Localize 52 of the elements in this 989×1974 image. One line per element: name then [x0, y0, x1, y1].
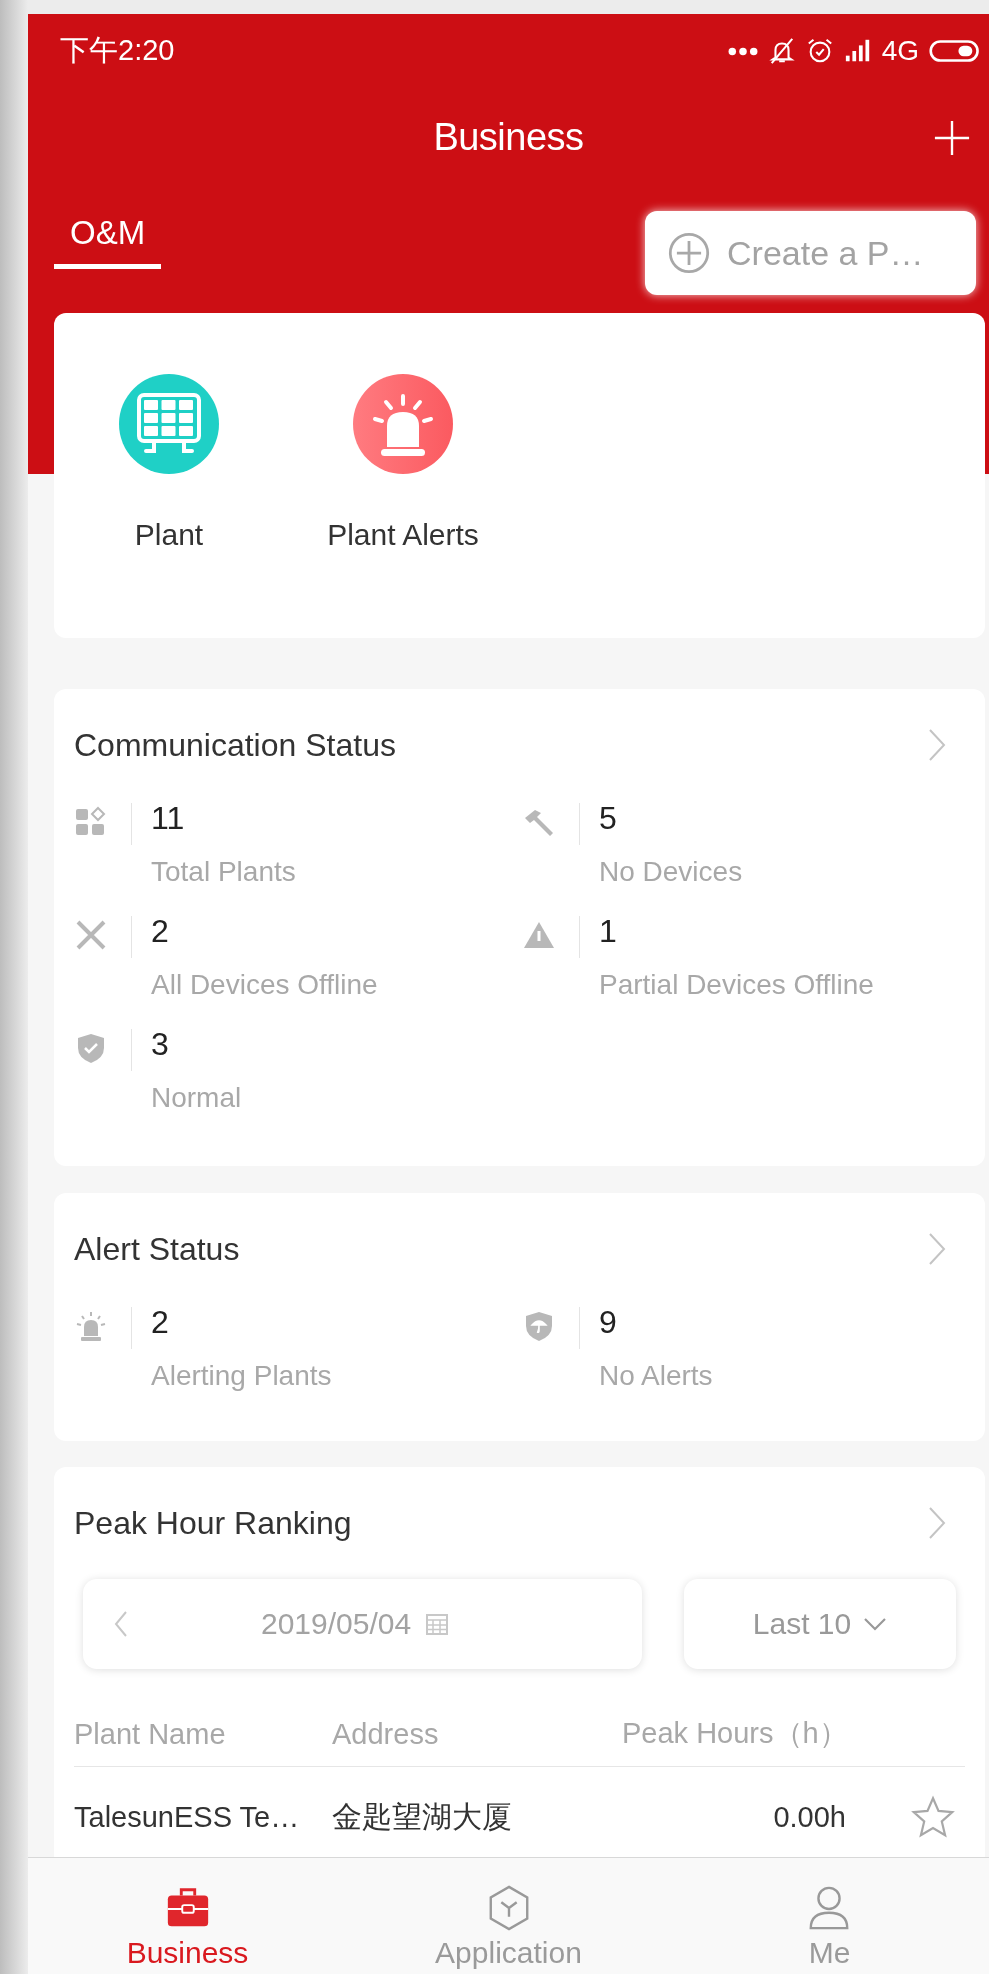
network-type: 4G: [881, 35, 919, 67]
star-icon[interactable]: [911, 1795, 955, 1839]
battery-icon: [929, 38, 981, 64]
shortcut-button[interactable]: Plant: [96, 374, 242, 552]
chevron-right-icon[interactable]: [927, 1505, 947, 1541]
status-time: 下午2:20: [60, 33, 175, 68]
chevron-right-icon[interactable]: [927, 1231, 947, 1267]
chevron-down-icon: [863, 1617, 888, 1631]
stat-value: 5: [599, 799, 618, 837]
column-header: Peak Hours（h）: [622, 1716, 848, 1751]
date-value: 2019/05/04: [261, 1607, 412, 1641]
stat-value: 9: [599, 1303, 618, 1341]
nav-tab[interactable]: Me: [669, 1858, 989, 1974]
tab[interactable]: O&M: [54, 210, 162, 269]
date-picker[interactable]: 2019/05/04: [83, 1579, 642, 1669]
calendar-icon: [425, 1612, 450, 1636]
column-header: Address: [332, 1717, 440, 1751]
nav-tab[interactable]: Business: [28, 1858, 348, 1974]
chevron-right-icon[interactable]: [927, 727, 947, 763]
stat-label: Total Plants: [151, 855, 296, 889]
stat-label: No Alerts: [599, 1359, 713, 1393]
stat-value: 11: [151, 799, 186, 837]
column-header: Plant Name: [74, 1717, 227, 1751]
dots-icon: [727, 46, 758, 56]
stat-label: Alerting Plants: [151, 1359, 332, 1393]
table-cell-text: 0.00h: [772, 1800, 846, 1834]
card-title: Communication Status: [74, 726, 396, 764]
siren-icon: [74, 1309, 108, 1343]
range-dropdown[interactable]: Last 10: [684, 1579, 956, 1669]
create-plant-button[interactable]: Create a P…: [645, 211, 976, 295]
stat-label: Partial Devices Offline: [599, 968, 874, 1002]
siren-icon: [353, 374, 453, 474]
stat-label: No Devices: [599, 855, 743, 889]
table-cell-text: TalesunESS Te…: [74, 1800, 301, 1834]
stat-label: All Devices Offline: [151, 968, 378, 1002]
stat-value: 1: [599, 912, 618, 950]
stat-label: Normal: [151, 1081, 242, 1115]
stat-value: 3: [151, 1025, 170, 1063]
shortcut-button[interactable]: Plant Alerts: [303, 374, 503, 552]
plus-icon[interactable]: [933, 119, 971, 157]
cross-icon: [74, 918, 108, 952]
plus-circle-icon: [667, 231, 711, 275]
card-title: Peak Hour Ranking: [74, 1504, 352, 1542]
card-title: Alert Status: [74, 1230, 240, 1268]
page-title: Business: [433, 115, 584, 159]
solar-panel-icon: [119, 374, 219, 474]
stat-value: 2: [151, 912, 170, 950]
table-cell-text: 金匙望湖大厦: [332, 1798, 513, 1835]
chevron-left-icon[interactable]: [113, 1609, 129, 1639]
alarm-clock-icon: [805, 37, 834, 65]
stat-value: 2: [151, 1303, 170, 1341]
nav-tab[interactable]: Application: [347, 1858, 670, 1974]
